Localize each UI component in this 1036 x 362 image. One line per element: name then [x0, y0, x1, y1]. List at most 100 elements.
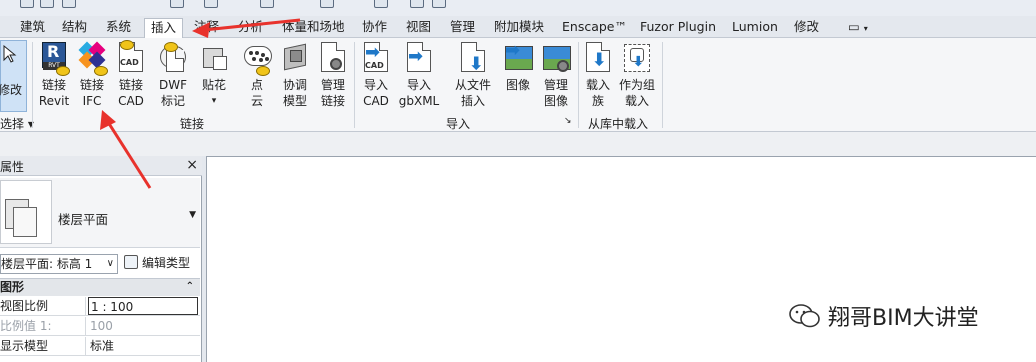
- image-button[interactable]: ➡ 图像: [500, 38, 536, 118]
- manage-images-line2: 图像: [543, 94, 568, 108]
- thin-lines-icon[interactable]: [374, 0, 388, 8]
- ribbon-insert: 修改 选择 ▾ R RVT 链接 Revit 链接 IFC CAD 链接 CAD…: [0, 38, 1036, 132]
- coordination-model-line1: 协调: [282, 78, 307, 92]
- load-family-icon: ➡: [583, 42, 613, 74]
- manage-links-button[interactable]: 管理 链接: [316, 38, 350, 118]
- properties-category[interactable]: 图形 ⌃: [0, 278, 200, 296]
- property-row: 显示模型 标准: [0, 337, 200, 356]
- link-revit-button[interactable]: R RVT 链接 Revit: [36, 38, 72, 118]
- revit-link-icon: R RVT: [39, 42, 70, 76]
- measure-icon[interactable]: [170, 0, 184, 8]
- library-panel-title: 从库中载入: [588, 117, 649, 131]
- panel-divider: [662, 42, 663, 128]
- sync-icon[interactable]: [62, 0, 76, 8]
- property-row: 比例值 1: 100: [0, 317, 200, 336]
- load-as-group-button[interactable]: ➡ 作为组 载入: [616, 38, 658, 118]
- watermark: 翔哥BIM大讲堂: [788, 300, 979, 336]
- property-key: 视图比例: [0, 297, 86, 315]
- tab-massing-site[interactable]: 体量和场地: [276, 18, 351, 38]
- link-ifc-button[interactable]: 链接 IFC: [74, 38, 110, 118]
- import-cad-button[interactable]: CAD ➡ 导入 CAD: [358, 38, 394, 118]
- point-cloud-icon: [242, 42, 272, 76]
- property-row: 视图比例 1 : 100: [0, 297, 200, 316]
- select-panel-title[interactable]: 选择 ▾: [0, 115, 34, 132]
- load-as-group-icon: ➡: [622, 42, 652, 74]
- manage-images-button[interactable]: 管理 图像: [538, 38, 574, 118]
- modify-button[interactable]: 修改: [0, 40, 27, 112]
- image-icon: ➡: [503, 42, 533, 74]
- dwf-markup-button[interactable]: DWF 标记: [154, 38, 192, 118]
- load-family-line1: 载入: [585, 78, 610, 92]
- tab-collaborate[interactable]: 协作: [356, 18, 393, 38]
- properties-title: 属性: [0, 160, 25, 174]
- edit-type-button[interactable]: 编辑类型: [124, 254, 190, 274]
- save-icon[interactable]: [40, 0, 54, 8]
- tab-fuzor-plugin[interactable]: Fuzor Plugin: [634, 18, 722, 38]
- dimension-icon[interactable]: [204, 0, 218, 8]
- tab-systems[interactable]: 系统: [100, 18, 137, 38]
- tab-enscape[interactable]: Enscape™: [556, 18, 633, 38]
- insert-from-file-line1: 从文件: [454, 78, 491, 92]
- decal-dropdown[interactable]: ▾: [196, 93, 232, 109]
- instance-selector[interactable]: 楼层平面: 标高 1 ∨: [0, 254, 118, 274]
- chevron-down-icon[interactable]: ▼: [189, 210, 196, 220]
- ribbon-tab-bar: 建筑 结构 系统 插入 注释 分析 体量和场地 协作 视图 管理 附加模块 En…: [0, 16, 1036, 39]
- edit-type-icon: [124, 255, 138, 269]
- import-cad-line2: CAD: [363, 94, 389, 108]
- tab-view[interactable]: 视图: [400, 18, 437, 38]
- tab-lumion[interactable]: Lumion: [726, 18, 784, 38]
- edit-type-label: 编辑类型: [142, 256, 191, 270]
- panel-divider: [354, 42, 355, 128]
- link-revit-line1: 链接: [41, 78, 66, 92]
- import-gbxml-button[interactable]: ➡ 导入 gbXML: [396, 38, 442, 118]
- switch-windows-icon[interactable]: [432, 0, 446, 8]
- tag-icon[interactable]: [260, 0, 274, 8]
- wechat-icon: [788, 303, 822, 329]
- load-as-group-line2: 载入: [624, 94, 649, 108]
- load-family-button[interactable]: ➡ 载入 族: [582, 38, 614, 118]
- manage-links-icon: [318, 42, 348, 74]
- import-gbxml-line1: 导入: [406, 78, 431, 92]
- ribbon-display-toggle[interactable]: ▭ ▾: [842, 18, 874, 38]
- ifc-link-icon: [77, 41, 108, 76]
- point-cloud-line2: 云: [250, 94, 263, 108]
- collapse-icon[interactable]: ⌃: [186, 279, 194, 295]
- tab-structure[interactable]: 结构: [56, 18, 93, 38]
- coordination-model-icon: [280, 42, 310, 74]
- display-model-value[interactable]: 标准: [88, 337, 198, 355]
- insert-from-file-button[interactable]: ➡ 从文件 插入: [450, 38, 496, 118]
- coordination-model-line2: 模型: [282, 94, 307, 108]
- 3d-view-icon[interactable]: [320, 0, 334, 8]
- close-hidden-icon[interactable]: [410, 0, 424, 8]
- watermark-text: 翔哥BIM大讲堂: [828, 306, 979, 331]
- tab-manage[interactable]: 管理: [444, 18, 481, 38]
- decal-icon: [199, 42, 229, 74]
- decal-button[interactable]: 贴花 ▾: [196, 38, 232, 118]
- manage-images-line1: 管理: [543, 78, 568, 92]
- link-revit-line2: Revit: [38, 94, 70, 108]
- tab-annotate[interactable]: 注释: [188, 18, 225, 38]
- tab-insert[interactable]: 插入: [144, 18, 184, 39]
- tab-add-ins[interactable]: 附加模块: [488, 18, 550, 38]
- tab-analyze[interactable]: 分析: [232, 18, 269, 38]
- import-gbxml-icon: ➡: [404, 42, 434, 74]
- manage-links-line2: 链接: [320, 94, 345, 108]
- open-icon[interactable]: [20, 0, 34, 8]
- type-selector[interactable]: 楼层平面 ▼: [0, 178, 200, 248]
- link-panel-title: 链接: [180, 117, 205, 131]
- link-cad-button[interactable]: CAD 链接 CAD: [112, 38, 150, 118]
- panel-divider: [32, 42, 33, 128]
- coordination-model-button[interactable]: 协调 模型: [278, 38, 312, 118]
- property-key: 显示模型: [0, 337, 86, 355]
- insert-from-file-line2: 插入: [460, 94, 485, 108]
- manage-links-line1: 管理: [320, 78, 345, 92]
- dwf-markup-icon: [158, 42, 188, 74]
- close-icon[interactable]: ×: [186, 157, 198, 173]
- tab-modify[interactable]: 修改: [788, 18, 825, 38]
- import-panel-title: 导入: [446, 117, 471, 131]
- point-cloud-button[interactable]: 点 云: [238, 38, 276, 118]
- tab-architecture[interactable]: 建筑: [14, 18, 51, 38]
- view-scale-input[interactable]: 1 : 100: [88, 297, 198, 315]
- floor-plan-icon: [0, 180, 52, 244]
- import-dialog-launcher-icon[interactable]: ↘: [564, 116, 572, 126]
